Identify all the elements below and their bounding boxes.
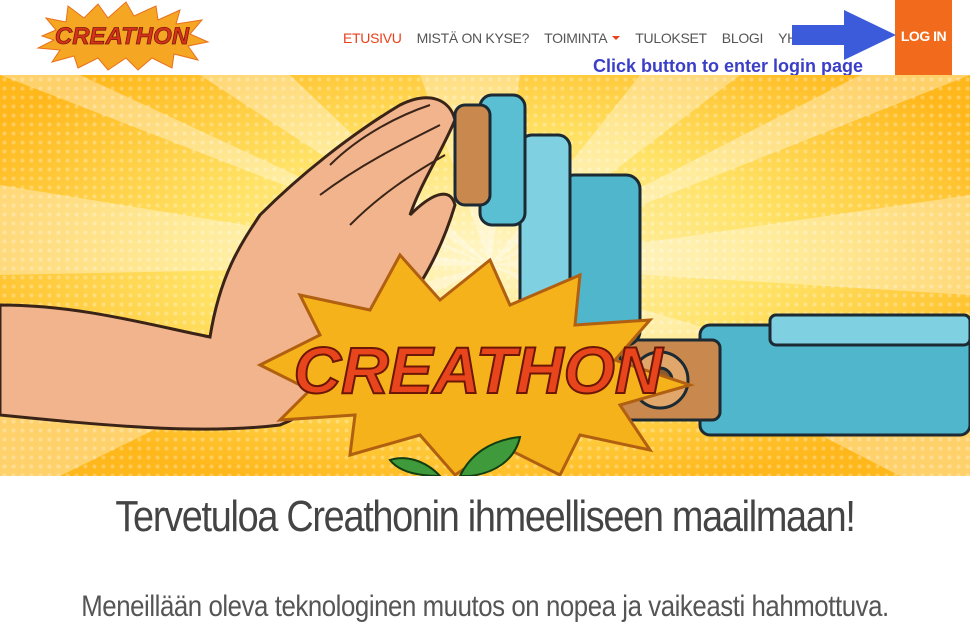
nav-mista-on-kyse[interactable]: MISTÄ ON KYSE?: [417, 30, 530, 46]
hero-banner: CREATHON: [0, 75, 970, 476]
logo-text: CREATHON: [55, 23, 190, 50]
nav-blogi[interactable]: BLOGI: [722, 30, 764, 46]
arrow-right-icon: [792, 10, 896, 60]
chevron-down-icon: [612, 35, 621, 40]
annotation-text: Click button to enter login page: [593, 56, 863, 76]
welcome-heading: Tervetuloa Creathonin ihmeelliseen maail…: [115, 492, 855, 541]
nav-tulokset[interactable]: TULOKSET: [635, 30, 707, 46]
hero-badge-text: CREATHON: [293, 333, 663, 407]
login-button[interactable]: LOG IN: [895, 0, 952, 75]
welcome-lead-text: Meneillään oleva teknologinen muutos on …: [81, 590, 889, 623]
nav-etusivu[interactable]: ETUSIVU: [343, 30, 402, 46]
hero-illustration: CREATHON: [0, 75, 970, 476]
creathon-logo[interactable]: CREATHON: [34, 0, 210, 72]
nav-toiminta[interactable]: TOIMINTA: [544, 30, 621, 46]
